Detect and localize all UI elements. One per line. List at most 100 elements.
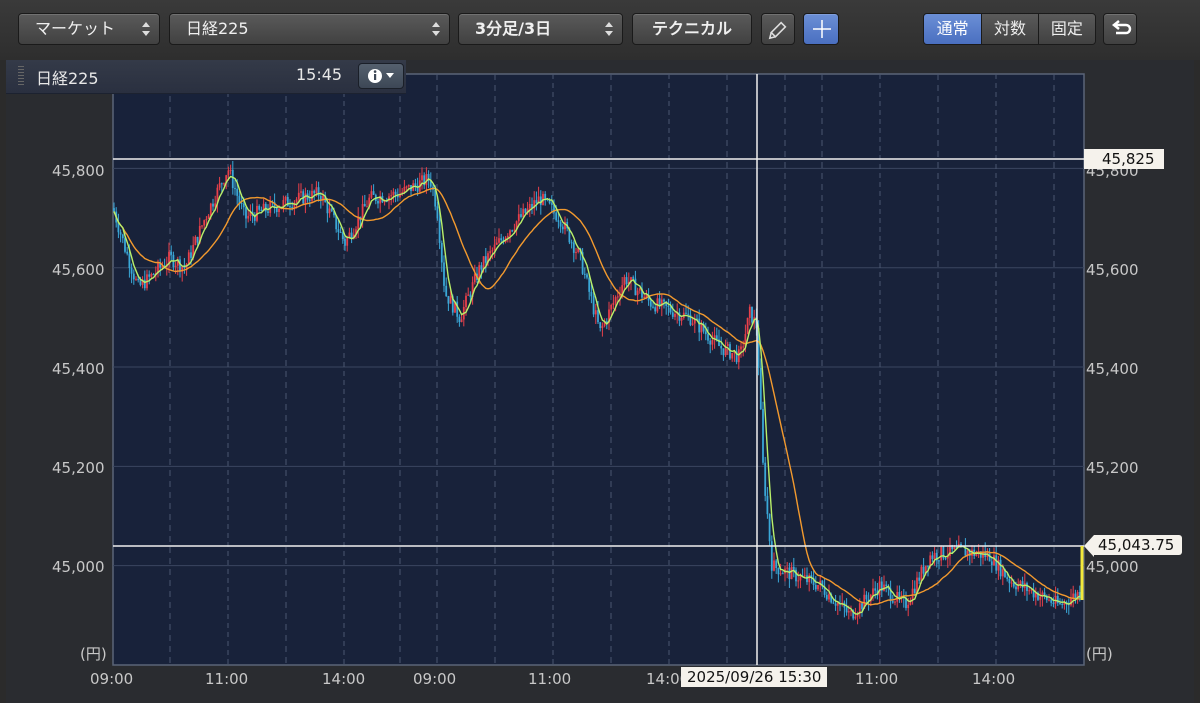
candle-body (370, 191, 373, 198)
candle-body (300, 191, 302, 193)
candle-body (1026, 583, 1028, 592)
candle-body (143, 279, 146, 289)
candle-body (440, 242, 443, 263)
drag-handle[interactable] (18, 66, 24, 86)
candle-body (493, 244, 496, 251)
candle-body (330, 208, 333, 212)
candle-body (425, 174, 428, 186)
info-button[interactable] (358, 63, 404, 89)
candle-body (443, 262, 445, 286)
candle-body (550, 203, 553, 205)
candle-body (649, 300, 652, 307)
candle-body (766, 495, 769, 515)
candle-body (748, 306, 751, 318)
last-price-tag-arrow (1084, 535, 1094, 557)
candle-body (601, 325, 604, 329)
candle-body (392, 191, 395, 196)
y-axis-right-label: 45,400 (1086, 360, 1139, 378)
candle-body (317, 187, 320, 196)
candle-body (170, 251, 173, 255)
candle-body (245, 207, 247, 219)
candle-body (436, 206, 439, 219)
candle-body (990, 561, 993, 565)
candle-body (953, 546, 956, 550)
candle-body (135, 278, 137, 280)
candle-body (817, 585, 819, 590)
candle-body (513, 229, 516, 231)
candle-body (489, 251, 492, 254)
candle-body (328, 208, 331, 214)
candle-body (799, 575, 802, 581)
candle-body (174, 265, 177, 268)
candle-body (792, 566, 795, 570)
candle-body (315, 187, 318, 194)
candle-body (278, 208, 280, 213)
candle-body (572, 242, 575, 253)
candle-body (814, 584, 817, 590)
candle-body (586, 274, 588, 278)
candle-body (874, 588, 877, 591)
y-unit-left: (円) (80, 645, 107, 663)
candle-body (1015, 586, 1017, 590)
candle-body (737, 349, 740, 363)
candle-body (588, 277, 591, 292)
candle-body (491, 250, 494, 252)
crosshair-date-tag: 2025/09/26 15:30 (681, 667, 828, 687)
candle-body (366, 206, 368, 208)
x-axis-label: 14:00 (972, 670, 1016, 688)
candle-body (894, 601, 896, 603)
candle-body (121, 234, 124, 239)
candle-body (407, 184, 410, 187)
candle-body (289, 206, 291, 208)
candle-body (421, 175, 423, 181)
candle-body (1028, 590, 1031, 592)
candle-body (1050, 599, 1053, 603)
x-axis-label: 11:00 (205, 670, 249, 688)
candle-body (933, 552, 936, 560)
candle-body (267, 211, 269, 213)
candle-body (460, 319, 463, 323)
candle-body (258, 205, 261, 210)
candle-body (764, 462, 767, 496)
candle-body (394, 191, 397, 195)
candle-body (999, 559, 1002, 577)
candle-body (944, 558, 947, 560)
candle-body (524, 208, 527, 213)
candle-body (128, 253, 131, 268)
candle-body (223, 183, 225, 185)
candle-body (940, 546, 943, 561)
candle-body (544, 193, 547, 200)
candle-body (698, 318, 701, 333)
candle-body (704, 331, 707, 335)
candle-body (907, 604, 910, 609)
candle-body (561, 226, 564, 230)
candle-body (786, 567, 789, 569)
candle-body (187, 252, 190, 265)
candle-body (293, 202, 296, 208)
y-axis-left-label: 45,800 (52, 162, 105, 180)
candle-body (447, 296, 450, 304)
candle-body (891, 601, 894, 603)
x-axis-label: 14:00 (322, 670, 366, 688)
candle-body (337, 229, 340, 233)
candle-body (720, 346, 723, 349)
candle-body (291, 207, 294, 209)
candle-body (623, 277, 626, 286)
candle-body (898, 591, 901, 598)
candle-body (506, 235, 509, 238)
info-icon (368, 69, 394, 83)
x-axis-label: 09:00 (90, 670, 134, 688)
candle-body (865, 594, 868, 600)
candle-body (614, 297, 617, 303)
candle-body (680, 317, 683, 321)
candle-body (836, 603, 839, 606)
candle-body (570, 242, 573, 244)
candle-body (722, 348, 725, 356)
candle-body (654, 307, 657, 312)
candle-body (467, 294, 470, 296)
candle-body (465, 295, 467, 307)
candle-body (229, 169, 232, 171)
candle-body (731, 353, 734, 359)
price-chart[interactable] (0, 0, 1200, 703)
candle-body (260, 209, 263, 212)
